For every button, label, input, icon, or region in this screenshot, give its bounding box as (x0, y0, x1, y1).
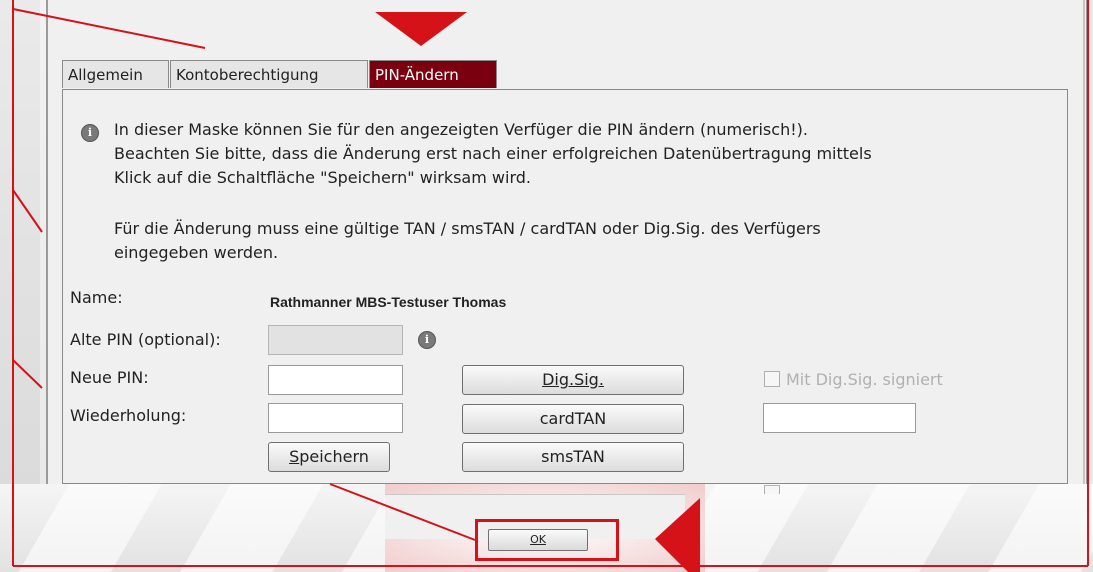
callout-line-form (12, 359, 43, 389)
callout-line-tabs (12, 8, 206, 49)
red-triangle-down-icon (375, 12, 467, 46)
callout-overlay (12, 0, 1089, 572)
callout-line-ok (329, 483, 476, 541)
red-triangle-left-icon (655, 498, 700, 572)
callout-line-info (12, 189, 43, 233)
